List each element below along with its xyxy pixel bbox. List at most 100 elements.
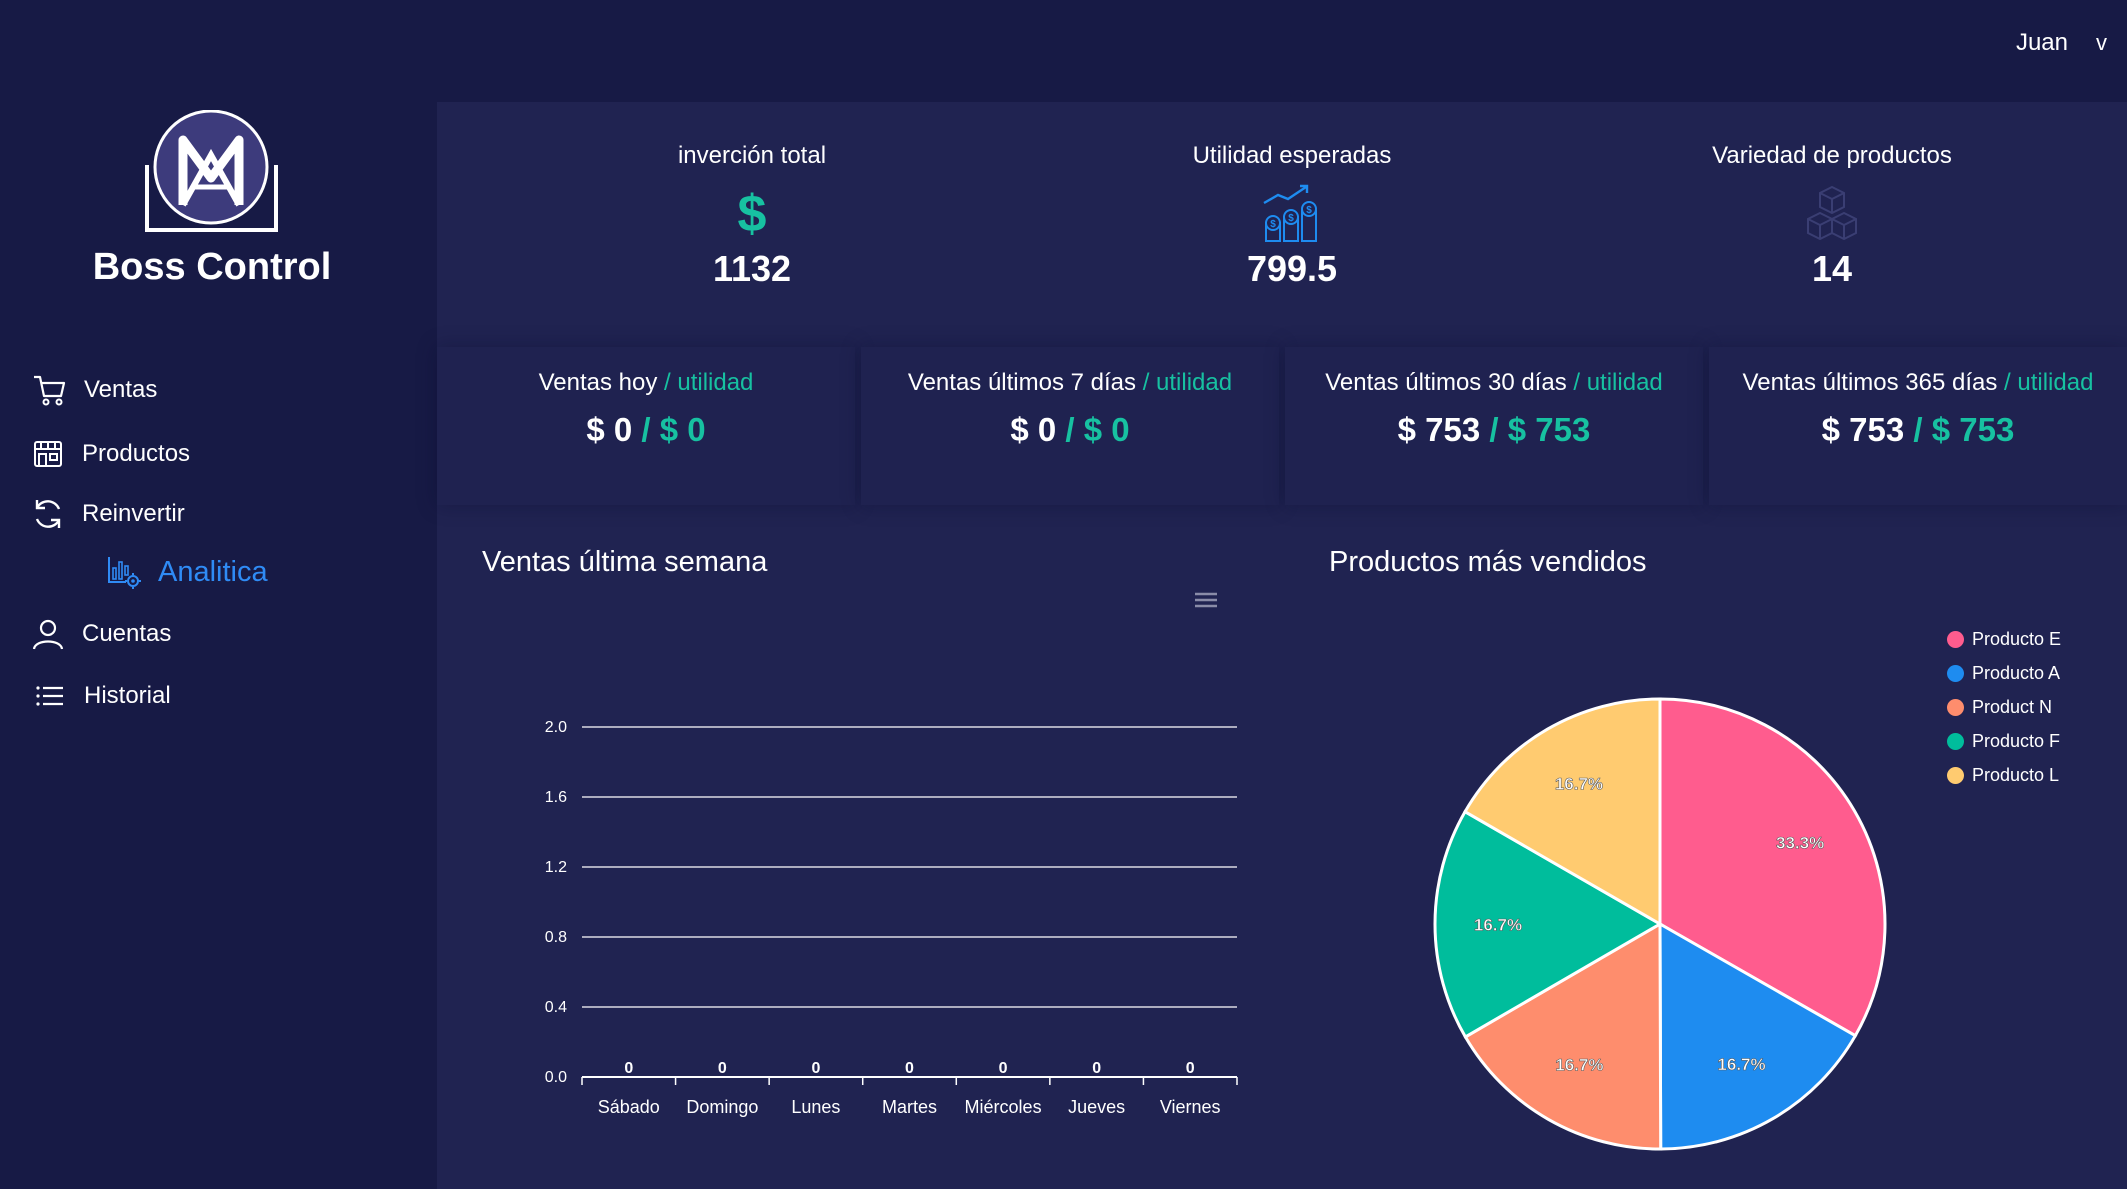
legend-label: Producto F [1972, 730, 2061, 751]
sales-value: $ 0 / $ 0 [861, 411, 1279, 449]
y-tick-label: 2.0 [545, 719, 567, 736]
svg-text:$: $ [738, 185, 767, 241]
x-tick-label: Viernes [1160, 1097, 1221, 1117]
sales-value: $ 753 / $ 753 [1285, 411, 1703, 449]
kpi-value: 799.5 [1246, 248, 1338, 289]
legend-marker [1947, 664, 1964, 682]
kpi-value: 1132 [712, 248, 792, 289]
sales-title: Ventas hoy / utilidad [437, 369, 855, 397]
pie-data-label: 33.3% [1776, 834, 1824, 853]
brand-name: Boss Control [92, 246, 332, 288]
kpi-value: 14 [1811, 248, 1853, 289]
user-name[interactable]: Juan [2016, 29, 2068, 57]
sales-util-label: / utilidad [1136, 369, 1233, 396]
sidebar-item-label: Reinvertir [82, 500, 185, 527]
top-bar: Juan v [0, 0, 2127, 102]
legend-marker [1947, 732, 1964, 750]
pie-legend: Producto E Producto A Product N Producto F P… [1947, 622, 2117, 792]
coins-growth-icon: $ $ $ [1022, 178, 1562, 248]
sales-period: Ventas últimos 30 días [1325, 369, 1567, 396]
sidebar-item-analitica[interactable]: Analitica [106, 554, 268, 590]
sales-util-amount: / $ 0 [632, 411, 706, 448]
sidebar-item-historial[interactable]: Historial [32, 678, 171, 714]
bar-data-label: 0 [1186, 1060, 1195, 1077]
legend-marker [1947, 698, 1964, 716]
sidebar-item-cuentas[interactable]: Cuentas [30, 616, 171, 652]
kpi-utilidad-esperadas: Utilidad esperadas $ $ $ 799.5 [1022, 142, 1562, 290]
x-tick-label: Martes [882, 1097, 937, 1117]
legend-item[interactable]: Producto F [1947, 724, 2117, 758]
x-tick-label: Miércoles [965, 1097, 1042, 1117]
pie-data-label: 16.7% [1555, 775, 1603, 794]
sidebar-item-productos[interactable]: Productos [30, 436, 190, 472]
y-tick-label: 0.0 [545, 1069, 567, 1086]
legend-label: Producto L [1972, 764, 2060, 785]
sales-value: $ 0 / $ 0 [437, 411, 855, 449]
y-tick-label: 1.6 [545, 789, 567, 806]
sales-card-365-dias: Ventas últimos 365 días / utilidad $ 753… [1709, 347, 2127, 505]
legend-marker [1947, 630, 1964, 648]
sales-util-amount: / $ 753 [1480, 411, 1591, 448]
x-tick-label: Sábado [598, 1097, 660, 1117]
x-tick-label: Jueves [1068, 1097, 1125, 1117]
legend-item[interactable]: Producto E [1947, 622, 2117, 656]
sales-value: $ 753 / $ 753 [1709, 411, 2127, 449]
bar-data-label: 0 [999, 1060, 1008, 1077]
pie-data-label: 16.7% [1474, 915, 1522, 934]
legend-label: Product N [1972, 696, 2053, 717]
sales-title: Ventas últimos 7 días / utilidad [861, 369, 1279, 397]
svg-text:$: $ [1306, 205, 1312, 216]
sales-util-label: / utilidad [1997, 369, 2094, 396]
pie-chart: 33.3% 16.7% 16.7% 16.7% 16.7% [1433, 697, 1887, 1151]
legend-marker [1947, 766, 1964, 784]
main-content: inverción total $ 1132 Utilidad esperada… [437, 102, 2127, 1189]
hamburger-icon[interactable] [1193, 590, 1219, 615]
sidebar-item-label: Cuentas [82, 620, 172, 647]
user-menu[interactable]: Juan v [2016, 26, 2107, 60]
sidebar-item-ventas[interactable]: Ventas [32, 372, 157, 408]
y-tick-label: 1.2 [545, 859, 567, 876]
bar-chart: 0.0 0.4 0.8 1.2 1.6 2.0 0 Sábado 0 Domingo 0 Lunes 0… [545, 719, 1238, 1117]
legend-item[interactable]: Producto A [1947, 656, 2117, 690]
legend-label: Producto E [1972, 628, 2062, 649]
kpi-label: inverción total [677, 142, 827, 169]
legend-label: Producto A [1972, 662, 2061, 683]
sales-period: Ventas últimos 365 días [1742, 369, 1998, 396]
y-tick-label: 0.8 [545, 929, 567, 946]
sidebar-item-label: Productos [82, 440, 191, 467]
bar-data-label: 0 [624, 1060, 633, 1077]
sidebar-item-label: Analitica [158, 555, 268, 588]
legend-item[interactable]: Product N [1947, 690, 2117, 724]
bar-chart-title: Ventas última semana [482, 546, 768, 578]
bar-data-label: 0 [905, 1060, 914, 1077]
x-tick-label: Lunes [791, 1097, 840, 1117]
sales-card-7-dias: Ventas últimos 7 días / utilidad $ 0 / $… [861, 347, 1279, 505]
pie-chart-title: Productos más vendidos [1329, 546, 1647, 578]
sales-util-label: / utilidad [1566, 369, 1663, 396]
y-tick-label: 0.4 [545, 999, 567, 1016]
pie-data-label: 16.7% [1717, 1055, 1765, 1074]
sales-util-amount: / $ 0 [1056, 411, 1130, 448]
svg-text:$: $ [1288, 213, 1294, 224]
x-tick-label: Domingo [686, 1097, 758, 1117]
store-icon [34, 441, 62, 467]
sales-title: Ventas últimos 30 días / utilidad [1285, 369, 1703, 397]
sales-period: Ventas últimos 7 días [907, 369, 1137, 396]
dollar-icon: $ [482, 178, 1022, 248]
sales-util-amount: / $ 753 [1904, 411, 2015, 448]
sidebar-item-label: Historial [84, 682, 171, 709]
sidebar: Boss Control Ventas Productos Reinvertir [0, 102, 437, 1189]
sales-amount: $ 753 [1397, 411, 1481, 448]
bar-data-label: 0 [718, 1060, 727, 1077]
legend-item[interactable]: Producto L [1947, 758, 2117, 792]
bar-data-label: 0 [811, 1060, 820, 1077]
refresh-icon [35, 500, 61, 528]
sidebar-item-reinvertir[interactable]: Reinvertir [30, 496, 185, 532]
list-icon [36, 686, 63, 706]
chevron-down-icon[interactable]: v [2096, 30, 2107, 56]
sales-card-hoy: Ventas hoy / utilidad $ 0 / $ 0 [437, 347, 855, 505]
svg-text:$: $ [1270, 219, 1276, 230]
sales-amount: $ 0 [1010, 411, 1057, 448]
sales-title: Ventas últimos 365 días / utilidad [1709, 369, 2127, 397]
analytics-icon [108, 557, 141, 589]
